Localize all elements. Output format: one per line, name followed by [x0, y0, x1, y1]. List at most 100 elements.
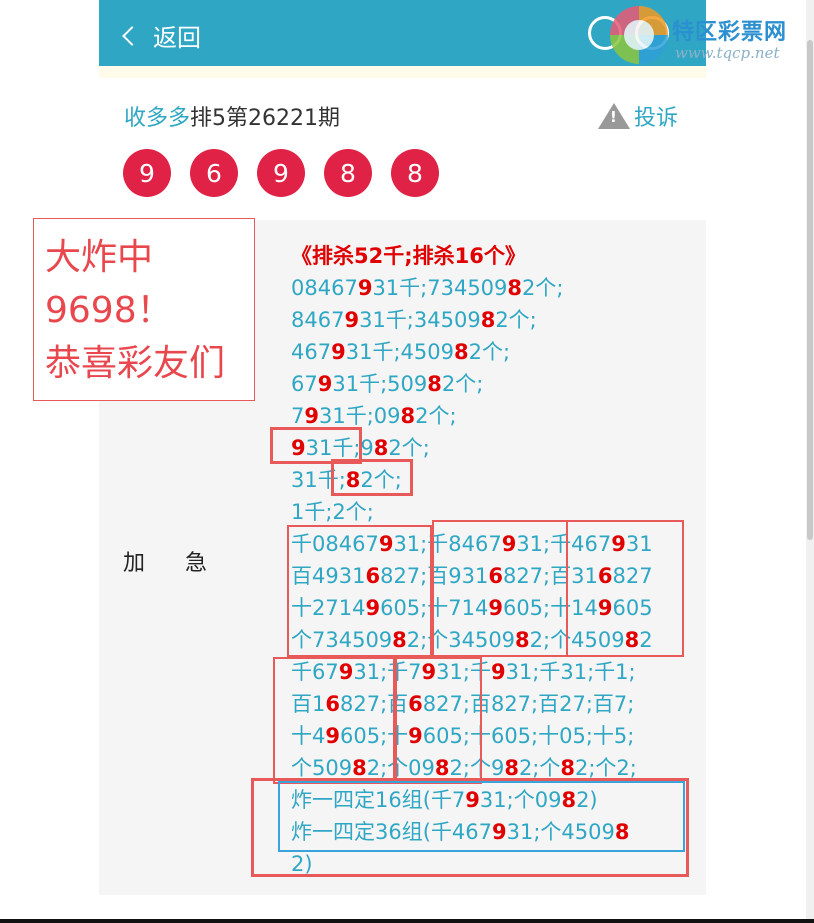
content-line: 8467931千;3450982个;	[291, 304, 653, 336]
chevron-left-icon	[122, 26, 142, 46]
content-line: 十27149605;十7149605;十149605	[291, 592, 653, 624]
content-text: 31;个09	[479, 788, 562, 812]
back-button[interactable]: 返回	[122, 18, 201, 53]
hit-digit: 9	[597, 596, 613, 620]
hit-digit: 9	[492, 820, 507, 844]
hit-digit: 9	[611, 532, 626, 556]
content-text: 7	[291, 404, 305, 428]
hit-digit: 8	[561, 788, 577, 812]
result-ball: 6	[190, 149, 238, 197]
content-line: 7931千;0982个;	[291, 400, 653, 432]
content-text: 个734509	[291, 628, 393, 652]
complain-button[interactable]: ! 投诉	[598, 100, 678, 132]
hit-digit: 9	[488, 596, 503, 620]
bottom-border	[0, 919, 814, 923]
hit-digit: 9	[344, 308, 360, 332]
content-line: 千67931;千7931;千931;千31;千1;	[291, 656, 653, 688]
content-text: 8467	[291, 308, 345, 332]
content-text: 2;个4509	[529, 628, 625, 652]
hit-digit: 8	[560, 756, 575, 780]
scrollbar[interactable]	[806, 0, 814, 923]
content-text: 31千;9	[305, 436, 374, 460]
content-text: 31千;34509	[359, 308, 481, 332]
congrats-line: 9698！	[45, 290, 173, 331]
content-text: 31	[625, 532, 653, 556]
hit-digit: 9	[331, 340, 346, 364]
congrats-line: 大炸中	[45, 237, 154, 278]
hit-digit: 8	[434, 756, 450, 780]
content-text: 2个;	[468, 340, 511, 364]
content-text: 百1	[291, 692, 326, 716]
hit-digit: 9	[291, 436, 306, 460]
hit-digit: 9	[317, 372, 333, 396]
content-text: 605;十14	[502, 596, 598, 620]
page-title: 收多多排5第26221期	[124, 100, 340, 132]
top-bar-divider	[99, 66, 706, 78]
content-text: 2个;	[388, 436, 430, 460]
content-line: 百49316827;百9316827;百316827	[291, 560, 653, 592]
content-text: 31千;	[291, 468, 346, 492]
content-text: 十4	[291, 724, 326, 748]
content-text: 千08467	[291, 532, 379, 556]
content-text: 2个;	[415, 404, 457, 428]
prediction-content: 《排杀52千;排杀16个》 08467931千;73450982个; 846793…	[291, 240, 653, 880]
hit-digit: 8	[392, 628, 407, 652]
content-text: 个509	[291, 756, 353, 780]
content-text: 31;千467	[516, 532, 612, 556]
congrats-annotation: 大炸中 9698！ 恭喜彩友们	[33, 218, 255, 401]
content-text: 炸一四定16组(千7	[291, 788, 466, 812]
content-line: 十49605;十9605;十605;十05;十5;	[291, 720, 653, 752]
watermark-logo-icon	[610, 6, 668, 64]
content-text: 827;百31	[502, 564, 598, 588]
content-text: 605	[612, 596, 653, 620]
scrollbar-thumb[interactable]	[807, 40, 813, 540]
hit-digit: 9	[304, 404, 319, 428]
content-line: 千08467931;千8467931;千467931	[291, 528, 653, 560]
hit-digit: 6	[325, 692, 340, 716]
hit-digit: 9	[408, 724, 423, 748]
content-text: 605;十714	[380, 596, 489, 620]
content-text: 2)	[576, 788, 598, 812]
hit-digit: 8	[504, 756, 519, 780]
content-text: 31;千7	[353, 660, 422, 684]
content-text: 31;个4509	[506, 820, 615, 844]
content-text: 2个;	[360, 468, 402, 492]
content-text: 08467	[291, 276, 358, 300]
warning-icon: !	[598, 103, 630, 129]
hit-digit: 8	[373, 436, 389, 460]
hit-digit: 9	[338, 660, 354, 684]
hit-digit: 8	[352, 756, 367, 780]
content-text: 31;千8467	[393, 532, 502, 556]
draw-result-balls: 9 6 9 8 8	[123, 149, 439, 197]
hit-digit: 9	[325, 724, 340, 748]
content-line: 炸一四定36组(千467931;个45098	[291, 816, 653, 848]
hit-digit: 6	[488, 564, 503, 588]
content-text: 31千;509	[332, 372, 428, 396]
content-line: 百16827;百6827;百827;百27;百7;	[291, 688, 653, 720]
content-text: 2;个	[518, 756, 561, 780]
content-text: 31;千	[436, 660, 491, 684]
field-label: 加急	[123, 551, 248, 576]
content-text: 2	[639, 628, 653, 652]
hit-digit: 8	[427, 372, 442, 396]
hit-digit: 8	[614, 820, 630, 844]
result-ball: 9	[257, 149, 305, 197]
result-ball: 8	[324, 149, 372, 197]
content-line: 个50982;个0982;个982;个82;个2;	[291, 752, 653, 784]
content-text: 千67	[291, 660, 339, 684]
content-text: 31;千31;千1;	[505, 660, 636, 684]
hit-digit: 9	[490, 660, 506, 684]
content-text: 467	[291, 340, 332, 364]
content-text: 百4931	[291, 564, 366, 588]
content-text: 827;百827;百27;百7;	[422, 692, 635, 716]
content-text: 2个;	[441, 372, 484, 396]
congrats-line: 恭喜彩友们	[45, 343, 226, 384]
source-link[interactable]: 收多多	[124, 106, 190, 131]
content-text: 2;个09	[366, 756, 435, 780]
content-text: 炸一四定36组(千467	[291, 820, 492, 844]
content-text: 2;个9	[449, 756, 505, 780]
hit-digit: 9	[365, 596, 381, 620]
hit-digit: 8	[400, 404, 416, 428]
content-text: 2;个34509	[406, 628, 516, 652]
content-text: 827;百	[340, 692, 409, 716]
